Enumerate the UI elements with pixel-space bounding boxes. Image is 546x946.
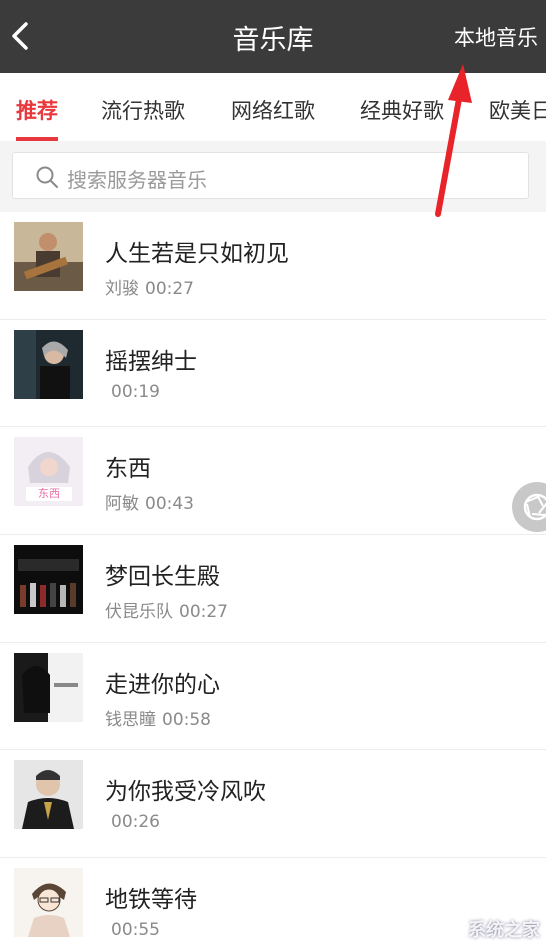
album-cover [14,545,83,615]
song-artist: 伏昆乐队 [105,602,173,623]
category-tabs: 推荐 流行热歌 网络红歌 经典好歌 欧美日 [0,73,546,141]
song-title: 东西 [105,456,151,483]
song-meta: 刘骏 00:27 [105,274,194,299]
album-cover [14,868,83,938]
aperture-icon [523,493,546,521]
album-cover [14,329,83,399]
song-artist: 刘骏 [105,279,139,299]
song-duration: 00:43 [145,494,194,515]
album-cover: 东西 [14,437,83,507]
song-title: 梦回长生殿 [105,564,220,591]
song-list: 人生若是只如初见 刘骏 00:27 摇摆绅士 00:19 东西 东西 阿敏 00:4… [0,212,546,946]
search-icon [36,166,58,188]
tab-popular[interactable]: 流行热歌 [101,95,185,125]
album-cover [14,222,83,291]
local-music-button[interactable]: 本地音乐 [454,22,538,52]
song-row[interactable]: 梦回长生殿 伏昆乐队 00:27 [0,535,546,643]
song-duration: 00:26 [111,812,160,833]
tab-recommend[interactable]: 推荐 [16,95,58,125]
song-title: 为你我受冷风吹 [105,779,266,806]
search-area: 搜索服务器音乐 [0,141,546,212]
song-duration: 00:27 [179,602,228,623]
search-input[interactable]: 搜索服务器音乐 [12,152,529,199]
svg-text:东西: 东西 [38,487,60,500]
song-meta: 00:26 [105,812,160,832]
song-title: 人生若是只如初见 [105,241,289,267]
tab-web-hits[interactable]: 网络红歌 [231,95,315,125]
song-artist: 钱思瞳 [105,709,156,730]
song-artist: 阿敏 [105,494,139,515]
song-meta: 阿敏 00:43 [105,489,194,514]
watermark: 系统之家 [468,920,540,941]
song-row[interactable]: 人生若是只如初见 刘骏 00:27 [0,212,546,320]
song-meta: 00:55 [105,920,160,940]
song-meta: 钱思瞳 00:58 [105,705,211,730]
song-title: 走进你的心 [105,671,220,698]
album-cover [14,652,83,722]
song-row[interactable]: 东西 东西 阿敏 00:43 [0,427,546,536]
top-bar: 音乐库 本地音乐 [0,0,546,73]
search-placeholder: 搜索服务器音乐 [67,168,207,192]
floating-assist-button[interactable] [512,482,546,532]
song-meta: 00:19 [105,382,160,402]
song-duration: 00:55 [111,920,160,941]
song-row[interactable]: 摇摆绅士 00:19 [0,319,546,428]
song-duration: 00:58 [162,709,211,730]
song-row[interactable]: 为你我受冷风吹 00:26 [0,750,546,859]
tab-classics[interactable]: 经典好歌 [360,95,444,125]
song-row[interactable]: 地铁等待 00:55 [0,858,546,946]
song-duration: 00:19 [111,381,160,402]
album-cover [14,760,83,830]
song-title: 地铁等待 [105,887,197,914]
song-duration: 00:27 [145,279,194,299]
song-row[interactable]: 走进你的心 钱思瞳 00:58 [0,642,546,751]
song-meta: 伏昆乐队 00:27 [105,597,228,622]
song-title: 摇摆绅士 [105,348,197,375]
tab-western[interactable]: 欧美日 [489,95,546,125]
